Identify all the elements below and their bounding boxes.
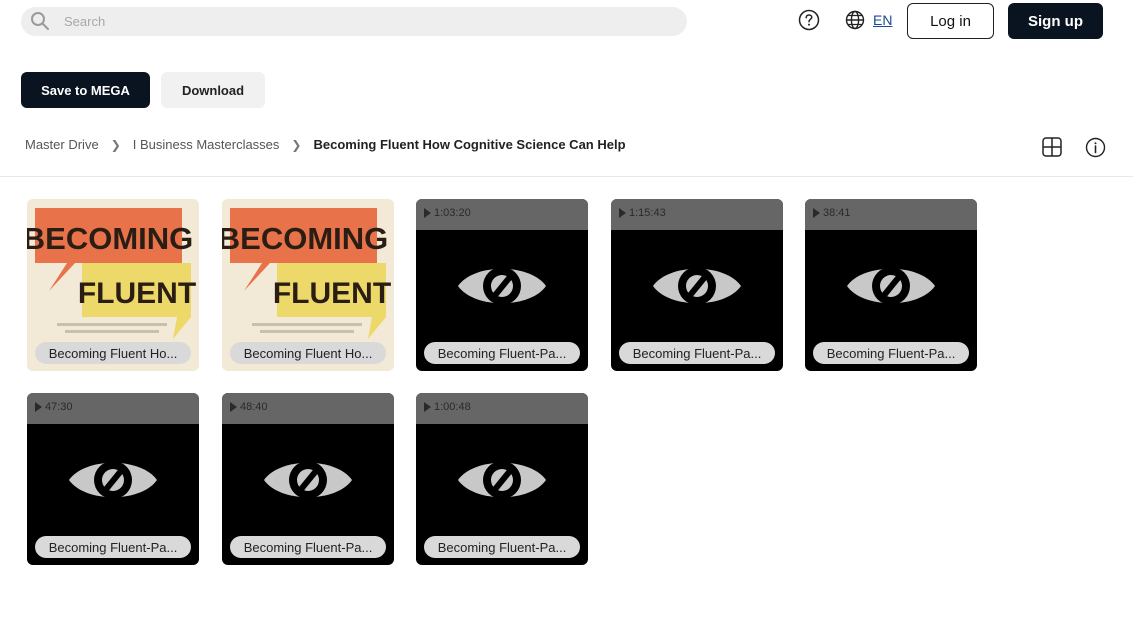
cover-title-line1: BECOMING — [222, 221, 388, 256]
search-input[interactable] — [64, 7, 664, 36]
signup-button[interactable]: Sign up — [1008, 3, 1103, 39]
video-duration: 48:40 — [230, 401, 268, 413]
search-bar[interactable] — [21, 7, 687, 36]
file-name: Becoming Fluent Ho... — [230, 342, 386, 364]
hidden-eye-icon — [847, 267, 935, 305]
file-tile-video[interactable]: 1:00:48 Becoming Fluent-Pa... — [416, 393, 588, 565]
search-icon — [31, 12, 49, 30]
video-duration: 47:30 — [35, 401, 73, 413]
info-icon[interactable] — [1085, 137, 1106, 158]
play-icon — [813, 208, 820, 218]
file-tile-video[interactable]: 38:41 Becoming Fluent-Pa... — [805, 199, 977, 371]
cover-title-line2: FLUENT — [78, 277, 196, 310]
language-code[interactable]: EN — [873, 12, 892, 28]
file-tile-image[interactable]: BECOMING FLUENT Becoming Fluent Ho... — [27, 199, 199, 371]
play-icon — [619, 208, 626, 218]
hidden-eye-icon — [458, 461, 546, 499]
chevron-right-icon: ❯ — [110, 137, 121, 152]
breadcrumb: Master Drive ❯ I Business Masterclasses … — [25, 137, 626, 152]
file-name: Becoming Fluent Ho... — [35, 342, 191, 364]
video-duration: 38:41 — [813, 207, 851, 219]
grid-view-icon[interactable] — [1041, 136, 1063, 158]
hidden-eye-icon — [653, 267, 741, 305]
login-button[interactable]: Log in — [907, 3, 994, 39]
language-selector[interactable]: EN — [845, 10, 892, 30]
file-tile-video[interactable]: 47:30 Becoming Fluent-Pa... — [27, 393, 199, 565]
breadcrumb-item-master-drive[interactable]: Master Drive — [25, 137, 99, 152]
header-divider — [0, 176, 1133, 177]
play-icon — [230, 402, 237, 412]
file-name: Becoming Fluent-Pa... — [813, 342, 969, 364]
hidden-eye-icon — [69, 461, 157, 499]
file-tile-image[interactable]: BECOMING FLUENT Becoming Fluent Ho... — [222, 199, 394, 371]
cover-title-line2: FLUENT — [273, 277, 391, 310]
cover-title-line1: BECOMING — [27, 221, 193, 256]
play-icon — [424, 208, 431, 218]
hidden-eye-icon — [458, 267, 546, 305]
video-duration: 1:00:48 — [424, 401, 471, 413]
help-icon[interactable] — [798, 9, 820, 31]
video-duration: 1:15:43 — [619, 207, 666, 219]
globe-icon — [845, 10, 865, 30]
file-name: Becoming Fluent-Pa... — [424, 342, 580, 364]
play-icon — [424, 402, 431, 412]
play-icon — [35, 402, 42, 412]
breadcrumb-current-folder: Becoming Fluent How Cognitive Science Ca… — [313, 137, 626, 152]
hidden-eye-icon — [264, 461, 352, 499]
chevron-right-icon: ❯ — [291, 137, 302, 152]
file-name: Becoming Fluent-Pa... — [35, 536, 191, 558]
file-name: Becoming Fluent-Pa... — [424, 536, 580, 558]
video-duration: 1:03:20 — [424, 207, 471, 219]
download-button[interactable]: Download — [161, 72, 265, 108]
file-tile-video[interactable]: 48:40 Becoming Fluent-Pa... — [222, 393, 394, 565]
file-name: Becoming Fluent-Pa... — [230, 536, 386, 558]
file-tile-video[interactable]: 1:03:20 Becoming Fluent-Pa... — [416, 199, 588, 371]
file-name: Becoming Fluent-Pa... — [619, 342, 775, 364]
save-to-mega-button[interactable]: Save to MEGA — [21, 72, 150, 108]
file-tile-video[interactable]: 1:15:43 Becoming Fluent-Pa... — [611, 199, 783, 371]
breadcrumb-item-business-masterclasses[interactable]: I Business Masterclasses — [133, 137, 280, 152]
